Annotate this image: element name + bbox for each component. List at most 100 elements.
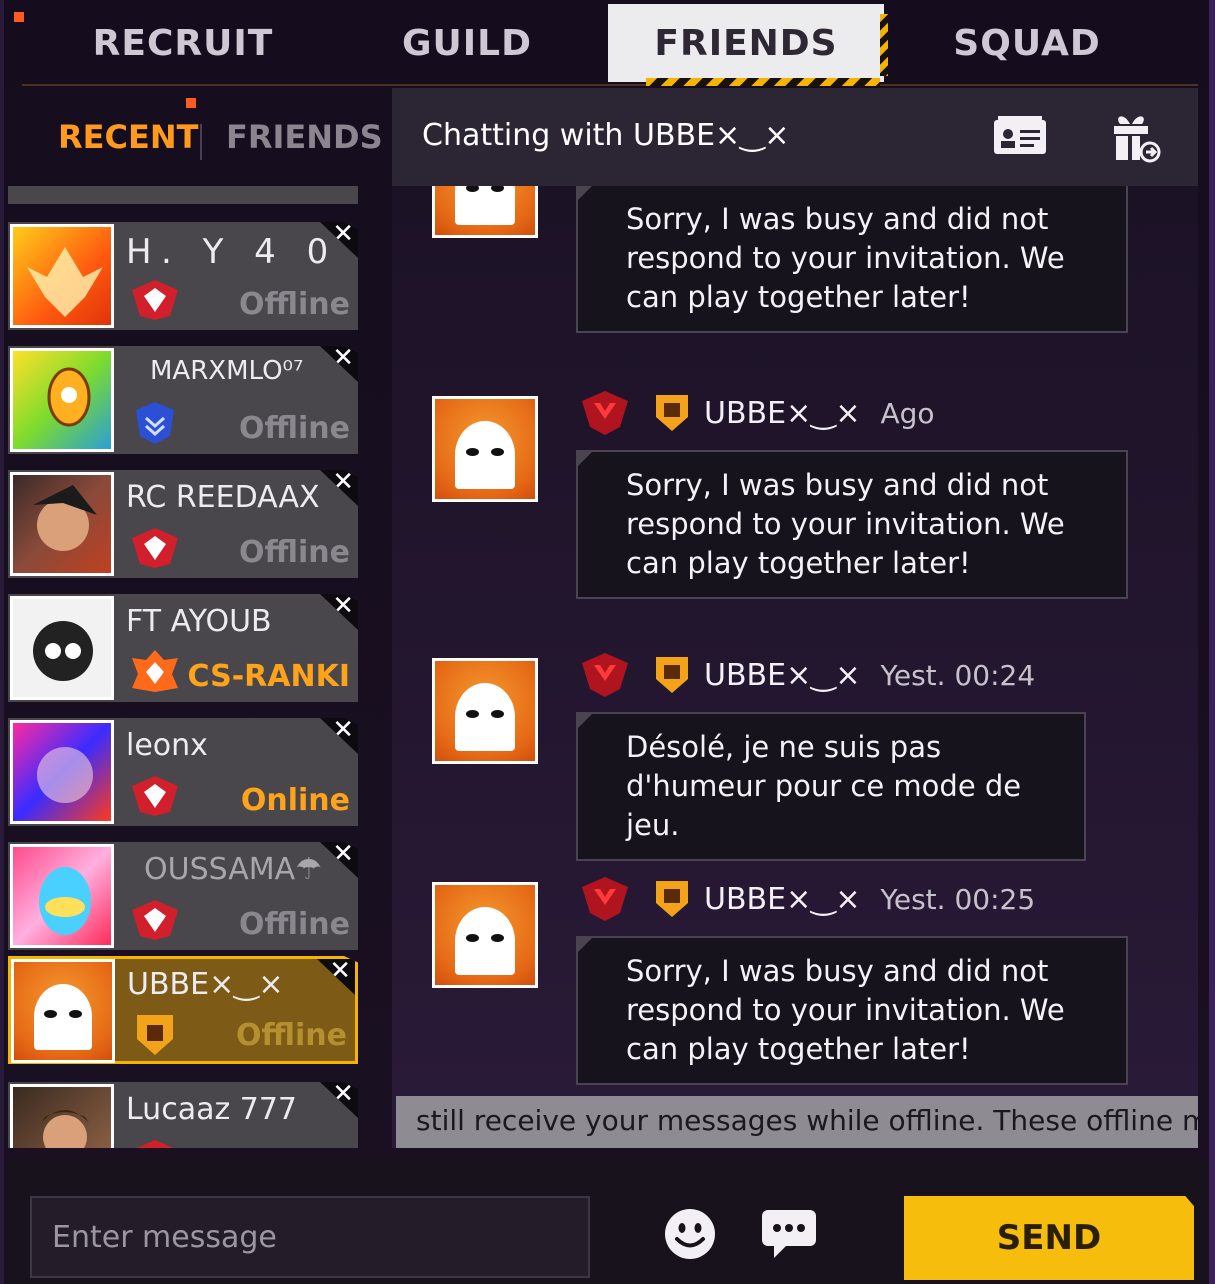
gift-icon[interactable] <box>1110 110 1162 164</box>
remove-friend-button[interactable]: ✕ <box>320 842 358 878</box>
friend-name: OUSSAMA☂ <box>144 852 323 887</box>
friend-card[interactable]: H. Y 4 0 1 Offline ✕ <box>8 222 358 330</box>
chat-message-area[interactable]: Sorry, I was busy and did not respond to… <box>392 186 1198 1148</box>
sender-name: UBBE×‿× <box>704 657 861 693</box>
remove-friend-button[interactable]: ✕ <box>317 959 355 995</box>
red-rank-badge <box>582 391 628 435</box>
chat-header: Chatting with UBBE×‿× <box>392 88 1198 186</box>
cartoon-avatar <box>10 596 114 700</box>
subtab-friends[interactable]: FRIENDS <box>226 118 383 156</box>
sender-avatar <box>432 658 538 764</box>
message-time: Yest. 00:24 <box>880 658 1036 692</box>
message-bubble: Sorry, I was busy and did not respond to… <box>576 936 1128 1085</box>
red-rank-badge <box>132 280 178 320</box>
recent-notification-dot <box>186 98 196 108</box>
sender-avatar <box>432 186 538 238</box>
blue-rank-badge <box>136 402 174 444</box>
tab-recruit[interactable]: RECRUIT <box>58 4 308 82</box>
friend-card[interactable]: FT AYOUB CS-RANKI ✕ <box>8 594 358 702</box>
sender-avatar <box>432 396 538 502</box>
red-rank-badge <box>582 877 628 921</box>
gold-shield-badge <box>656 881 688 917</box>
subtab-divider <box>200 124 202 160</box>
egg-avatar <box>10 844 114 948</box>
profile-card-icon[interactable] <box>992 114 1048 158</box>
red-rank-badge <box>582 653 628 697</box>
close-icon: ✕ <box>332 466 354 496</box>
red-rank-badge <box>132 900 178 940</box>
message-time: Yest. 00:25 <box>880 882 1036 916</box>
friend-status: CS-RANKI <box>187 659 350 694</box>
message-bubble: Désolé, je ne suis pas d'humeur pour ce … <box>576 712 1086 861</box>
sub-tab-bar: RECENT FRIENDS <box>22 98 383 184</box>
emoji-icon[interactable] <box>662 1206 718 1262</box>
message-compose-bar: SEND <box>8 1158 1208 1284</box>
message-meta: UBBE×‿× Yest. 00:25 <box>580 874 1035 924</box>
remove-friend-button[interactable]: ✕ <box>320 470 358 506</box>
friend-card-selected[interactable]: UBBE×‿× Offline ✕ <box>8 956 358 1064</box>
close-icon: ✕ <box>329 955 351 985</box>
friend-name: MARXMLO⁰⁷ <box>150 356 304 386</box>
friend-status: Offline <box>239 907 350 942</box>
remove-friend-button[interactable]: ✕ <box>320 1082 358 1118</box>
remove-friend-button[interactable]: ✕ <box>320 718 358 754</box>
remove-friend-button[interactable]: ✕ <box>320 594 358 630</box>
friend-card[interactable]: Lucaaz 777 ✕ <box>8 1082 358 1148</box>
friend-status: Offline <box>236 1018 347 1053</box>
phoenix-avatar <box>10 224 114 328</box>
sender-name: UBBE×‿× <box>704 881 861 917</box>
quick-chat-icon[interactable] <box>760 1206 818 1262</box>
friend-status: Offline <box>239 287 350 322</box>
friend-name: FT AYOUB <box>126 604 272 639</box>
flame-rank-badge <box>132 650 178 692</box>
red-rank-badge <box>132 528 178 568</box>
man-avatar <box>10 1084 114 1148</box>
friend-card[interactable]: MARXMLO⁰⁷ Offline ✕ <box>8 346 358 454</box>
friend-card[interactable]: OUSSAMA☂ Offline ✕ <box>8 842 358 950</box>
friends-chat-window: RECRUIT GUILD FRIENDS SQUAD RECENT FRIEN… <box>0 0 1215 1284</box>
sender-avatar <box>432 882 538 988</box>
close-icon: ✕ <box>332 342 354 372</box>
top-tab-bar: RECRUIT GUILD FRIENDS SQUAD <box>22 0 1198 86</box>
neon-avatar <box>10 720 114 824</box>
subtab-recent[interactable]: RECENT <box>58 118 198 156</box>
friend-card-partial[interactable] <box>8 186 358 204</box>
close-icon: ✕ <box>332 1078 354 1108</box>
send-button[interactable]: SEND <box>904 1196 1194 1280</box>
sender-name: UBBE×‿× <box>704 395 861 431</box>
friend-name: H. Y 4 0 1 <box>126 232 358 272</box>
message-meta: UBBE×‿× Yest. 00:24 <box>580 650 1035 700</box>
friend-name: leonx <box>126 728 208 763</box>
close-icon: ✕ <box>332 838 354 868</box>
offline-messages-banner: still receive your messages while offlin… <box>396 1096 1198 1148</box>
gold-shield-badge <box>656 395 688 431</box>
friend-status: Offline <box>239 535 350 570</box>
message-bubble: Sorry, I was busy and did not respond to… <box>576 186 1128 333</box>
warrior-avatar <box>10 472 114 576</box>
ghost-avatar <box>11 959 115 1063</box>
message-time: Ago <box>880 396 935 430</box>
tab-squad[interactable]: SQUAD <box>902 4 1152 82</box>
friend-status: Online <box>240 783 350 818</box>
red-rank-badge <box>132 1140 178 1148</box>
friend-card[interactable]: RC REEDAAX Offline ✕ <box>8 470 358 578</box>
gold-shield-badge <box>656 657 688 693</box>
message-input[interactable] <box>30 1196 590 1278</box>
chat-title: Chatting with UBBE×‿× <box>422 118 790 153</box>
tab-friends[interactable]: FRIENDS <box>608 4 888 86</box>
red-rank-badge <box>132 776 178 816</box>
message-bubble: Sorry, I was busy and did not respond to… <box>576 450 1128 599</box>
friend-name: UBBE×‿× <box>127 967 284 1002</box>
close-icon: ✕ <box>332 590 354 620</box>
friend-list[interactable]: H. Y 4 0 1 Offline ✕ MARXMLO⁰⁷ Offline ✕… <box>8 186 360 1148</box>
gold-shield-badge <box>137 1015 173 1055</box>
message-meta: UBBE×‿× Ago <box>580 388 935 438</box>
friend-card[interactable]: leonx Online ✕ <box>8 718 358 826</box>
remove-friend-button[interactable]: ✕ <box>320 346 358 382</box>
friend-name: Lucaaz 777 <box>126 1092 298 1127</box>
friend-status: Offline <box>239 411 350 446</box>
rocket-avatar <box>10 348 114 452</box>
close-icon: ✕ <box>332 714 354 744</box>
friend-name: RC REEDAAX <box>126 480 320 515</box>
tab-guild[interactable]: GUILD <box>342 4 592 82</box>
